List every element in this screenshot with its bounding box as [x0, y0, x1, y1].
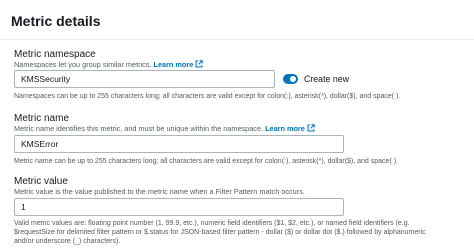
namespace-description: Namespaces let you group similar metrics… [14, 60, 203, 69]
metric-name-input[interactable]: KMSError [14, 135, 344, 153]
metric-value-constraint-line-2: $requestSize for delimited filter patter… [14, 229, 426, 236]
metric-name-description-text: Metric name identifies this metric, and … [14, 124, 264, 133]
namespace-learn-more-link[interactable]: Learn more [154, 60, 194, 69]
toggle-knob [290, 76, 296, 82]
create-new-toggle[interactable] [283, 74, 298, 84]
metric-name-constraint-text: Metric name can be up to 255 characters … [14, 158, 399, 165]
metric-name-input-value: KMSError [21, 139, 59, 149]
metric-value-description: Metric value is the value published to t… [14, 187, 305, 196]
panel-title: Metric details [11, 13, 101, 29]
metric-value-input[interactable]: 1 [14, 198, 344, 216]
namespace-constraint-text: Namespaces can be up to 255 characters l… [14, 93, 401, 100]
create-new-label: Create new [304, 74, 349, 84]
metric-value-constraint-line-3: and/or underscore (_) characters). [14, 238, 121, 245]
external-link-icon[interactable] [195, 60, 203, 68]
panel-header: Metric details [0, 0, 474, 40]
namespace-input-value: KMSSecurity [21, 74, 71, 84]
metric-value-constraint-line-1: Valid metric values are: floating point … [14, 220, 410, 227]
metric-name-description: Metric name identifies this metric, and … [14, 124, 315, 133]
namespace-description-text: Namespaces let you group similar metrics… [14, 60, 152, 69]
metric-value-input-value: 1 [21, 202, 26, 212]
metric-name-learn-more-link[interactable]: Learn more [265, 124, 305, 133]
metric-details-panel: Metric details Metric namespace Namespac… [0, 0, 474, 249]
namespace-input[interactable]: KMSSecurity [14, 70, 275, 88]
external-link-icon[interactable] [307, 124, 315, 132]
